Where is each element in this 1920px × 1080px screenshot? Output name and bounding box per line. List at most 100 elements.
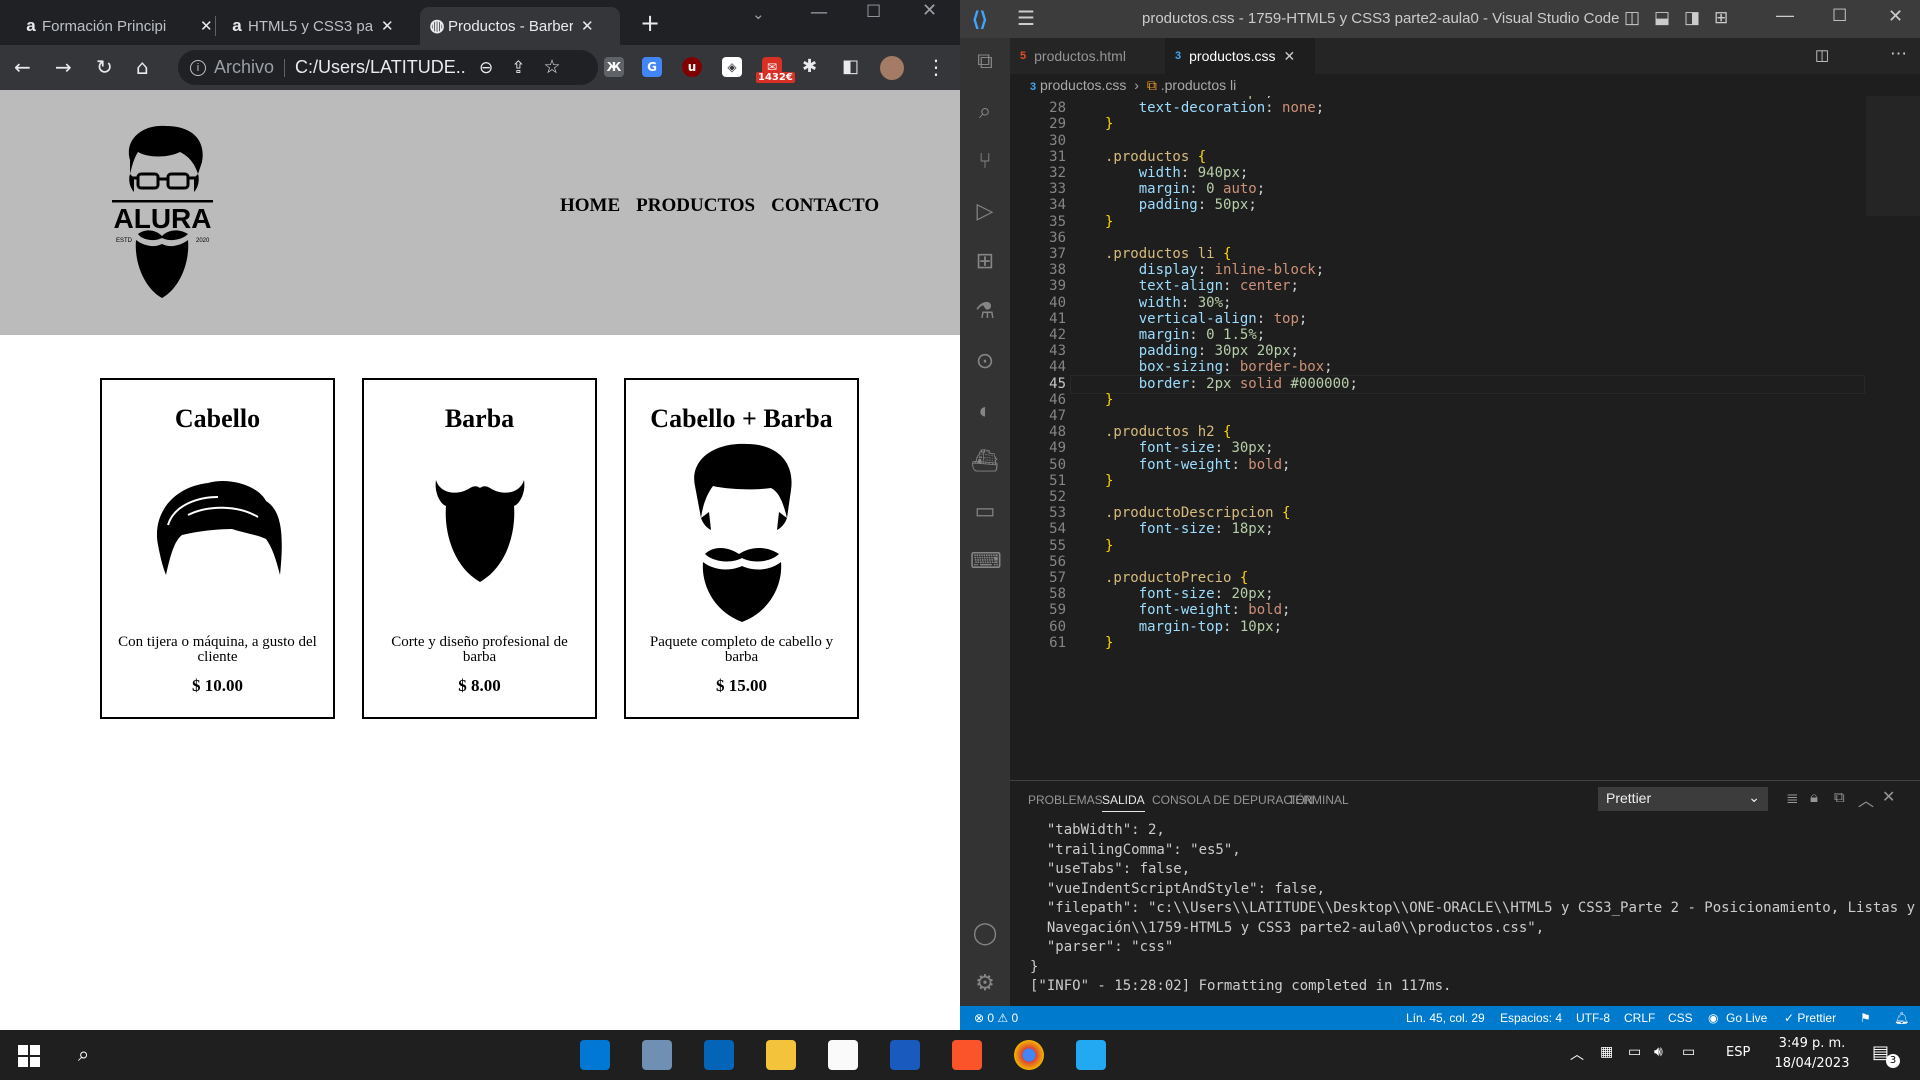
line-ending[interactable]: CRLF bbox=[1624, 1006, 1655, 1030]
code-line[interactable]: width: 940px; bbox=[1105, 165, 1249, 181]
code-line[interactable]: .productos { bbox=[1105, 149, 1206, 165]
code-line[interactable]: font-weight: bold; bbox=[1105, 602, 1291, 618]
code-line[interactable]: } bbox=[1105, 635, 1113, 651]
code-line[interactable]: font-size: 18px; bbox=[1105, 521, 1274, 537]
hamburger-menu-icon[interactable]: ☰ bbox=[1017, 6, 1035, 31]
tab-terminal[interactable]: TERMINAL bbox=[1288, 793, 1349, 807]
code-editor[interactable]: 27 font-size: 22px;28 text-decoration: n… bbox=[1010, 96, 1920, 780]
code-line[interactable]: .productos li { bbox=[1105, 246, 1231, 262]
code-line[interactable]: } bbox=[1105, 473, 1113, 489]
code-line[interactable]: font-size: 30px; bbox=[1105, 440, 1274, 456]
split-editor-icon[interactable]: ◫ bbox=[1815, 46, 1829, 64]
code-line[interactable]: font-size: 20px; bbox=[1105, 586, 1274, 602]
chevron-up-icon[interactable]: ︿ bbox=[1570, 1044, 1584, 1064]
close-panel-icon[interactable]: ✕ bbox=[1882, 787, 1895, 807]
close-window-icon[interactable]: ✕ bbox=[1888, 6, 1903, 27]
tab-problems[interactable]: PROBLEMAS bbox=[1028, 793, 1103, 807]
alura-barber-logo[interactable]: ALURA ESTD 2020 bbox=[110, 122, 215, 302]
avatar[interactable] bbox=[880, 56, 904, 80]
code-line[interactable]: } bbox=[1105, 214, 1113, 230]
docker-icon[interactable]: ⛴ bbox=[970, 446, 1000, 476]
search-icon[interactable]: ⌕ bbox=[970, 96, 1000, 126]
nav-contacto-link[interactable]: CONTACTO bbox=[771, 195, 879, 217]
browser-tab-active[interactable]: ◍ Productos - Barber ✕ bbox=[420, 7, 620, 45]
code-line[interactable]: } bbox=[1105, 116, 1113, 132]
windows-start-icon[interactable] bbox=[18, 1045, 40, 1067]
notifications-bell-icon[interactable]: 🔔︎ bbox=[1894, 1006, 1909, 1030]
maximize-panel-icon[interactable]: ︿ bbox=[1858, 787, 1874, 811]
battery-icon[interactable]: ▭ bbox=[1628, 1044, 1641, 1060]
breadcrumb-symbol[interactable]: .productos li bbox=[1161, 77, 1236, 93]
tab-productos-html[interactable]: 5 productos.html bbox=[1010, 38, 1165, 74]
more-actions-icon[interactable]: ⋯ bbox=[1890, 44, 1907, 64]
toggle-panel-icon[interactable]: ⬓ bbox=[1654, 8, 1670, 28]
tray-app-icon[interactable]: ▦ bbox=[1600, 1044, 1613, 1060]
gear-icon[interactable]: ⚙ bbox=[970, 968, 1000, 998]
code-line[interactable]: .productoDescripcion { bbox=[1105, 505, 1290, 521]
maximize-icon[interactable]: ☐ bbox=[1832, 6, 1847, 26]
app-icon[interactable] bbox=[580, 1040, 610, 1070]
code-line[interactable]: } bbox=[1105, 538, 1113, 554]
problems-count[interactable]: ⊗ 0 ⚠ 0 bbox=[974, 1006, 1018, 1030]
code-line[interactable]: vertical-align: top; bbox=[1105, 311, 1308, 327]
folder-icon[interactable]: ▭ bbox=[970, 496, 1000, 526]
toggle-sidebar-icon[interactable]: ◫ bbox=[1624, 8, 1640, 28]
clock-time[interactable]: 3:49 p. m. bbox=[1772, 1036, 1852, 1051]
zoom-icon[interactable]: ⊖ bbox=[479, 58, 493, 78]
terminal-icon[interactable]: ⌨ bbox=[970, 546, 1002, 576]
code-line[interactable]: padding: 30px 20px; bbox=[1105, 343, 1299, 359]
code-line[interactable]: margin: 0 1.5%; bbox=[1105, 327, 1265, 343]
indentation[interactable]: Espacios: 4 bbox=[1500, 1006, 1562, 1030]
tab-output[interactable]: SALIDA bbox=[1102, 793, 1145, 812]
customize-layout-icon[interactable]: ⊞ bbox=[1714, 8, 1728, 28]
account-icon[interactable]: ◯ bbox=[970, 918, 1000, 948]
bookmark-star-icon[interactable]: ☆ bbox=[544, 56, 561, 79]
toggle-secondary-sidebar-icon[interactable]: ◨ bbox=[1684, 8, 1700, 28]
code-line[interactable]: box-sizing: border-box; bbox=[1105, 359, 1333, 375]
word-icon[interactable] bbox=[890, 1040, 920, 1070]
language-mode[interactable]: CSS bbox=[1668, 1006, 1693, 1030]
network-icon[interactable]: ▭ bbox=[1682, 1044, 1695, 1060]
ublock-extension-icon[interactable]: u bbox=[682, 57, 702, 77]
url-text[interactable]: C:/Users/LATITUDE... bbox=[295, 57, 465, 78]
volume-icon[interactable]: 🔊︎ bbox=[1654, 1044, 1663, 1060]
code-line[interactable]: width: 30%; bbox=[1105, 295, 1232, 311]
clear-output-icon[interactable]: ≣ bbox=[1786, 789, 1799, 807]
prettier-status[interactable]: ✓ Prettier bbox=[1784, 1006, 1836, 1030]
vscode-icon[interactable] bbox=[1076, 1040, 1106, 1070]
lock-scroll-icon[interactable]: 🔒︎ bbox=[1810, 789, 1818, 806]
outlook-icon[interactable] bbox=[704, 1040, 734, 1070]
browser-tab[interactable]: a Formación Principi ✕ bbox=[14, 7, 223, 45]
testing-flask-icon[interactable]: ⚗ bbox=[970, 296, 1000, 326]
close-tab-icon[interactable]: ✕ bbox=[1284, 48, 1296, 65]
back-icon[interactable]: ← bbox=[14, 56, 31, 78]
extensions-icon[interactable]: ⊞ bbox=[970, 246, 1000, 276]
minimap[interactable] bbox=[1866, 96, 1920, 216]
chrome-icon[interactable] bbox=[1014, 1040, 1044, 1070]
output-channel-select[interactable]: Prettier ⌄ bbox=[1598, 787, 1768, 811]
edge-devtools-icon[interactable]: ◐ bbox=[970, 396, 1000, 426]
code-line[interactable]: font-weight: bold; bbox=[1105, 457, 1291, 473]
browser-tab[interactable]: a HTML5 y CSS3 par ✕ bbox=[220, 7, 404, 45]
clock-date[interactable]: 18/04/2023 bbox=[1772, 1056, 1852, 1071]
tab-search-icon[interactable]: ⌄ bbox=[752, 5, 765, 23]
breadcrumb-file[interactable]: productos.css bbox=[1040, 77, 1126, 93]
new-tab-icon[interactable]: + bbox=[640, 9, 660, 37]
translate-extension-icon[interactable]: G bbox=[642, 57, 662, 77]
code-line[interactable]: margin-top: 10px; bbox=[1105, 619, 1282, 635]
code-line[interactable]: } bbox=[1105, 392, 1113, 408]
close-tab-icon[interactable]: ✕ bbox=[200, 17, 213, 35]
menu-kebab-icon[interactable]: ⋮ bbox=[926, 56, 946, 78]
tab-productos-css[interactable]: 3 productos.css ✕ bbox=[1165, 38, 1315, 74]
microsoft-store-icon[interactable] bbox=[828, 1040, 858, 1070]
extension-icon[interactable]: ◈ bbox=[722, 57, 742, 77]
code-line[interactable]: .productos h2 { bbox=[1105, 424, 1231, 440]
code-line[interactable]: text-decoration: none; bbox=[1105, 100, 1324, 116]
encoding[interactable]: UTF-8 bbox=[1576, 1006, 1610, 1030]
extension-icon[interactable]: Ж bbox=[604, 57, 624, 77]
input-language[interactable]: ESP bbox=[1726, 1045, 1750, 1060]
search-icon[interactable]: ⌕ bbox=[78, 1042, 89, 1066]
maximize-icon[interactable]: ☐ bbox=[866, 2, 881, 22]
open-in-editor-icon[interactable]: ⧉ bbox=[1834, 789, 1845, 806]
file-explorer-icon[interactable] bbox=[766, 1040, 796, 1070]
